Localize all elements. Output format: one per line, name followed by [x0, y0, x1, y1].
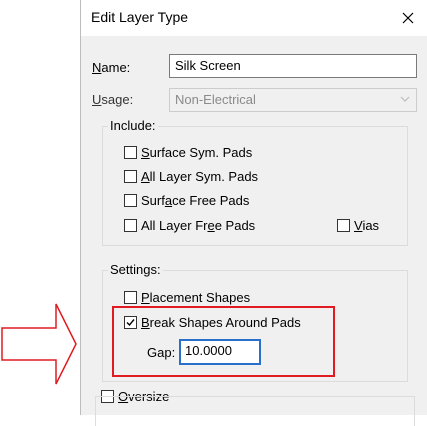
all-layer-sym-pads-checkbox[interactable]: All Layer Sym. Pads	[124, 169, 258, 184]
callout-arrow-icon	[1, 303, 77, 385]
checkbox-box[interactable]	[124, 316, 137, 329]
vias-checkbox[interactable]: Vias	[337, 218, 379, 233]
checkbox-box[interactable]	[124, 291, 137, 304]
settings-group-title: Settings:	[108, 262, 163, 277]
title-bar: Edit Layer Type	[81, 0, 427, 36]
close-button[interactable]	[394, 4, 422, 32]
surface-free-pads-checkbox[interactable]: Surface Free Pads	[124, 193, 249, 208]
usage-select[interactable]: Non-Electrical	[169, 88, 417, 112]
checkbox-box[interactable]	[124, 146, 137, 159]
include-group-title: Include:	[108, 118, 158, 133]
name-label: Name:	[92, 60, 131, 75]
checkbox-box[interactable]	[337, 219, 350, 232]
checkmark-icon	[126, 319, 135, 327]
close-icon	[402, 12, 414, 24]
chevron-down-icon	[400, 96, 410, 102]
break-shapes-around-pads-checkbox[interactable]: Break Shapes Around Pads	[124, 315, 301, 330]
checkbox-box[interactable]	[124, 219, 137, 232]
surface-sym-pads-checkbox[interactable]: Surface Sym. Pads	[124, 145, 252, 160]
dialog-title: Edit Layer Type	[91, 9, 189, 25]
name-field[interactable]: Silk Screen	[169, 54, 417, 78]
checkbox-box[interactable]	[124, 170, 137, 183]
oversize-group	[95, 396, 415, 426]
placement-shapes-checkbox[interactable]: Placement Shapes	[124, 290, 250, 305]
checkbox-box[interactable]	[124, 194, 137, 207]
usage-label: Usage:	[92, 92, 134, 107]
gap-label: Gap:	[147, 345, 176, 360]
all-layer-free-pads-checkbox[interactable]: All Layer Free Pads	[124, 218, 255, 233]
gap-field[interactable]: 10.0000	[179, 339, 261, 365]
edit-layer-type-dialog: Edit Layer Type Name: Silk Screen Usage:…	[80, 0, 427, 426]
